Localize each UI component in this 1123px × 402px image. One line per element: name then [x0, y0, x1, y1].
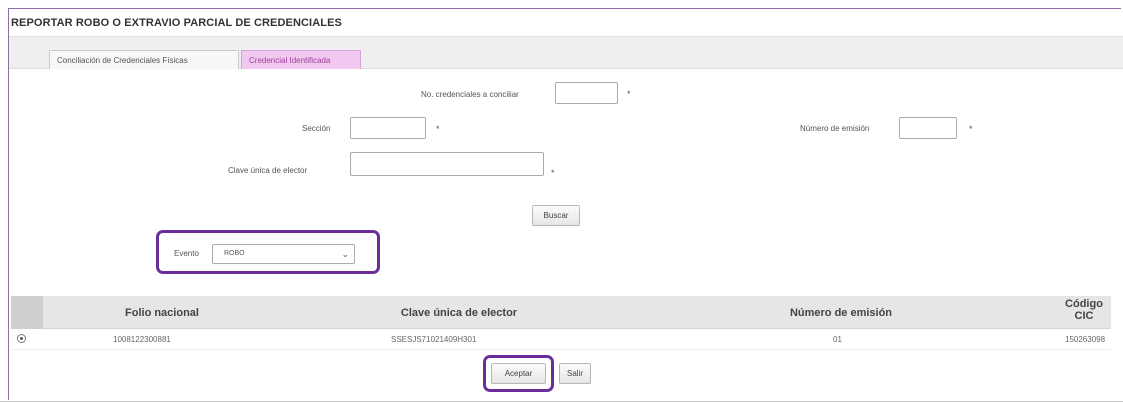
- clave-required-mark: *: [551, 168, 555, 178]
- column-header-emision: Número de emisión: [789, 307, 893, 319]
- no-credenciales-input[interactable]: [555, 82, 618, 104]
- page-title: REPORTAR ROBO O EXTRAVIO PARCIAL DE CRED…: [11, 17, 342, 29]
- table-header-gutter: [11, 296, 43, 329]
- row-radio-icon[interactable]: [17, 334, 26, 343]
- numero-emision-label: Número de emisión: [800, 124, 870, 133]
- tab-bar: Conciliación de Credenciales Físicas Cre…: [9, 36, 1123, 69]
- evento-selected-value: ROBO: [224, 250, 245, 257]
- tab-credencial-identificada[interactable]: Credencial Identificada: [241, 50, 361, 69]
- clave-label: Clave única de elector: [228, 166, 308, 175]
- numero-emision-required-mark: *: [969, 124, 973, 134]
- cell-cic: 150263098: [1065, 335, 1106, 344]
- column-header-folio: Folio nacional: [125, 307, 199, 319]
- evento-select[interactable]: ROBO ⌄: [212, 244, 355, 264]
- clave-input[interactable]: [350, 152, 544, 176]
- numero-emision-input[interactable]: [899, 117, 957, 139]
- column-header-cic: Código CIC: [1065, 298, 1103, 322]
- aceptar-button[interactable]: Aceptar: [491, 363, 546, 384]
- no-credenciales-label: No. credenciales a conciliar: [421, 90, 519, 99]
- seccion-input[interactable]: [350, 117, 426, 139]
- table-row[interactable]: 1008122300881 SSESJS71021409H301 01 1502…: [11, 331, 1111, 350]
- seccion-required-mark: *: [436, 124, 440, 134]
- chevron-down-icon: ⌄: [341, 249, 349, 259]
- tab-conciliacion[interactable]: Conciliación de Credenciales Físicas: [49, 50, 239, 69]
- cell-clave: SSESJS71021409H301: [391, 335, 477, 344]
- cell-folio: 1008122300881: [113, 335, 171, 344]
- seccion-label: Sección: [302, 124, 331, 133]
- evento-label: Evento: [174, 249, 199, 258]
- buscar-button[interactable]: Buscar: [532, 205, 580, 226]
- column-header-clave: Clave única de elector: [400, 307, 518, 319]
- table-header: Folio nacional Clave única de elector Nú…: [11, 296, 1111, 329]
- no-credenciales-required-mark: *: [627, 89, 631, 99]
- salir-button[interactable]: Salir: [559, 363, 591, 384]
- cell-emision: 01: [833, 335, 842, 344]
